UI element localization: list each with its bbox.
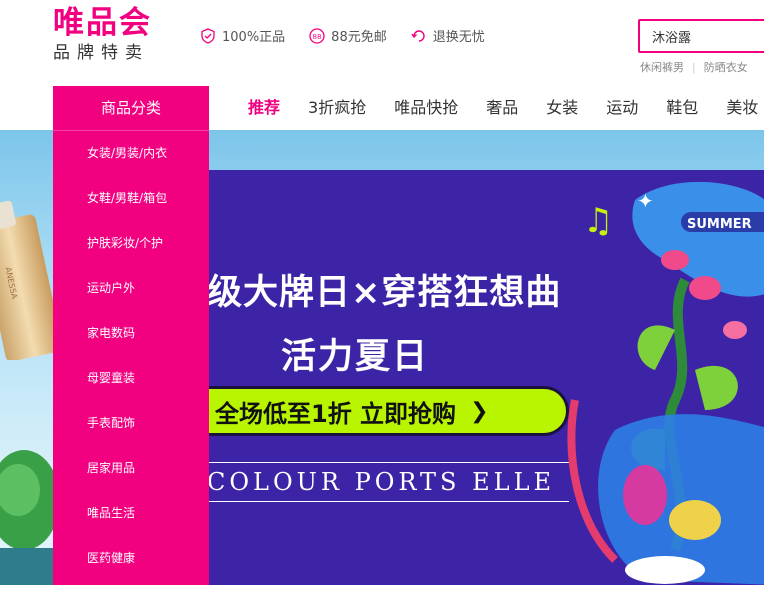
shield-check-icon: [200, 27, 216, 44]
return-arrow-icon: [411, 28, 427, 44]
hot-word-link[interactable]: 防晒衣女: [704, 61, 748, 74]
promise-label: 88元免邮: [331, 30, 387, 45]
category-item[interactable]: 医药健康: [53, 536, 209, 581]
nav-item-luxury[interactable]: 奢品: [486, 97, 518, 119]
promise-free-shipping: 88 88元免邮: [309, 26, 387, 45]
category-item[interactable]: 家电数码: [53, 311, 209, 356]
promise-label: 100%正品: [222, 30, 286, 45]
banner-subtitle: 活力夏日: [281, 337, 430, 377]
logo[interactable]: 唯品会 品牌特卖: [53, 6, 152, 64]
free-shipping-88-icon: 88: [309, 27, 325, 44]
category-item[interactable]: 唯品生活: [53, 491, 209, 536]
category-item[interactable]: 护肤彩妆/个护: [53, 221, 209, 266]
category-item[interactable]: 手表配饰: [53, 401, 209, 446]
nav-item-women[interactable]: 女装: [546, 97, 578, 119]
nav-item-quick-buy[interactable]: 唯品快抢: [394, 97, 458, 119]
nav-item-shoes-bags[interactable]: 鞋包: [666, 97, 698, 119]
banner-brands: COLOUR PORTS ELLE: [207, 468, 556, 496]
nav-item-beauty[interactable]: 美妆: [726, 97, 758, 119]
category-item[interactable]: 运动户外: [53, 266, 209, 311]
cta-label: 全场低至1折 立即抢购: [215, 399, 457, 428]
promise-label: 退换无忧: [432, 30, 485, 45]
svg-text:88: 88: [313, 33, 322, 41]
category-item[interactable]: 女鞋/男鞋/箱包: [53, 176, 209, 221]
grass-ball-decoration: [0, 430, 60, 589]
summer-badge-text: SUMMER: [687, 217, 752, 232]
svg-text:✦: ✦: [637, 189, 654, 213]
banner-title: 级大牌日×穿搭狂想曲: [207, 273, 562, 313]
svg-text:♫: ♫: [583, 201, 613, 241]
category-panel: 商品分类 女装/男装/内衣 女鞋/男鞋/箱包 护肤彩妆/个护 运动户外 家电数码…: [53, 86, 209, 585]
flower-illustration: SUMMER ♫ ✦: [555, 170, 764, 585]
hot-search-words: 休闲裤男 | 防晒衣女: [640, 59, 748, 75]
search-box[interactable]: [638, 19, 764, 53]
search-input[interactable]: [650, 21, 764, 51]
category-title: 商品分类: [53, 86, 209, 131]
promise-easy-return: 退换无忧: [411, 26, 485, 45]
sunscreen-product-image[interactable]: ANESSA: [0, 200, 63, 364]
divider: [207, 501, 569, 502]
chevron-right-icon: ❯: [470, 398, 489, 424]
nav-item-sports[interactable]: 运动: [606, 97, 638, 119]
divider: [207, 462, 569, 463]
nav-item-flash-30[interactable]: 3折疯抢: [308, 97, 366, 119]
category-item[interactable]: 居家用品: [53, 446, 209, 491]
service-promises: 100%正品 88 88元免邮 退换无忧: [200, 26, 485, 45]
category-item[interactable]: 女装/男装/内衣: [53, 131, 209, 176]
banner-cta-button[interactable]: 全场低至1折 立即抢购 ❯: [195, 386, 569, 436]
main-nav: 推荐 3折疯抢 唯品快抢 奢品 女装 运动 鞋包 美妆: [248, 97, 764, 119]
promo-banner[interactable]: 级大牌日×穿搭狂想曲 活力夏日 全场低至1折 立即抢购 ❯ COLOUR POR…: [195, 170, 764, 585]
promise-genuine: 100%正品: [200, 26, 285, 45]
category-item[interactable]: 母婴童装: [53, 356, 209, 401]
logo-main-text: 唯品会: [53, 5, 152, 41]
hot-word-link[interactable]: 休闲裤男: [640, 61, 684, 74]
divider: |: [692, 61, 696, 74]
nav-item-recommend[interactable]: 推荐: [248, 97, 280, 119]
logo-sub-text: 品牌特卖: [53, 43, 149, 63]
